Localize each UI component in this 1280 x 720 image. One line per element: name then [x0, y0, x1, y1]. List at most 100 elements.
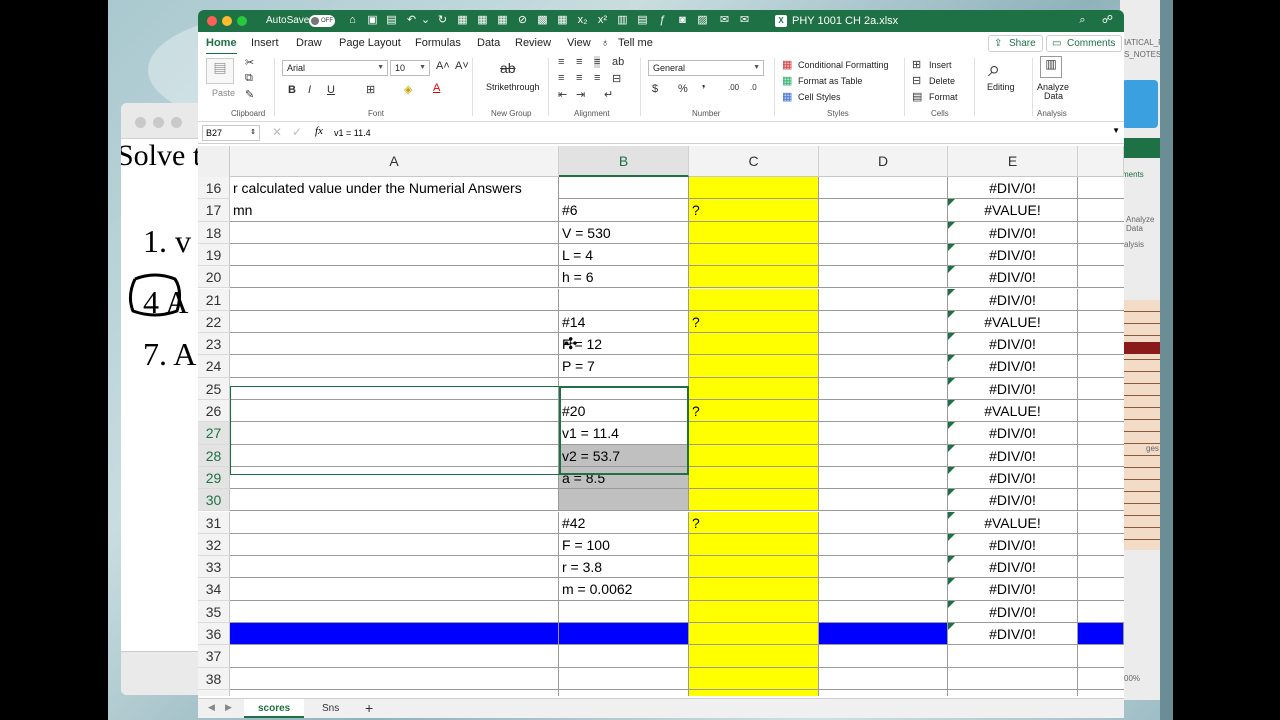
cell-a[interactable] [230, 600, 559, 623]
name-box-stepper-icon[interactable]: ⇕ [250, 126, 256, 140]
cell-a[interactable] [230, 689, 559, 696]
cell-e[interactable]: #DIV/0! [948, 623, 1078, 646]
prev-sheet-icon[interactable]: ◀ [208, 702, 215, 713]
sheet-icon[interactable]: ▤ [636, 14, 649, 27]
insert-function-icon[interactable]: fx [315, 125, 323, 137]
row-header[interactable]: 17 [198, 199, 230, 222]
cell-e[interactable]: #DIV/0! [948, 578, 1078, 601]
cell-d[interactable] [819, 422, 948, 445]
cell-e[interactable]: #DIV/0! [948, 533, 1078, 557]
cell-c[interactable] [689, 444, 819, 467]
cell-b[interactable] [559, 377, 689, 400]
cell-b[interactable]: F = 12 [559, 333, 689, 356]
cell-c[interactable] [689, 422, 819, 445]
cell-d[interactable] [819, 600, 948, 623]
cell-b[interactable] [559, 600, 689, 623]
wrap-text-icon[interactable]: ↵ [604, 88, 613, 101]
cell-a[interactable] [230, 645, 559, 668]
increase-decimal-icon[interactable]: .00 [728, 83, 739, 92]
paste-icon[interactable]: ▤ [206, 58, 234, 84]
tab-draw[interactable]: Draw [296, 37, 322, 49]
row-header[interactable]: 33 [198, 556, 230, 579]
cell-d[interactable] [819, 377, 948, 400]
save-icon[interactable]: ▣ [366, 14, 379, 27]
cell-a[interactable] [230, 422, 559, 445]
cell-c[interactable] [689, 667, 819, 690]
spreadsheet-grid[interactable]: A B C D E 16 r calculated value under the… [198, 146, 1124, 696]
cell-b[interactable] [559, 645, 689, 668]
cell-c[interactable] [689, 600, 819, 623]
decrease-indent-icon[interactable]: ⇤ [558, 88, 567, 101]
cell-c[interactable] [689, 623, 819, 646]
picture-icon[interactable]: ▨ [696, 14, 709, 27]
function-icon[interactable]: ƒ [656, 14, 669, 27]
expand-formula-icon[interactable]: ▼ [1112, 126, 1120, 135]
cell-c[interactable] [689, 243, 819, 267]
cell-b[interactable]: L = 4 [559, 243, 689, 267]
chart-icon[interactable]: ▥ [616, 14, 629, 27]
editing-search-icon[interactable]: ⌕ [988, 56, 1000, 82]
background-excel-window[interactable]: IATICAL_P S_NOTES ments Analyze Data aly… [1120, 0, 1160, 700]
bold-icon[interactable]: B [288, 84, 296, 96]
row-header[interactable]: 39 [198, 689, 230, 696]
cell-a[interactable] [230, 489, 559, 512]
align-top-icon[interactable]: ≡ [558, 56, 564, 68]
cell-a[interactable] [230, 444, 559, 467]
cell-e[interactable]: #DIV/0! [948, 221, 1078, 244]
row-header[interactable]: 19 [198, 243, 230, 267]
insert-cells-button[interactable]: Insert [929, 60, 952, 70]
cell-d[interactable] [819, 667, 948, 690]
cell-c[interactable] [689, 466, 819, 490]
cell-a[interactable] [230, 221, 559, 244]
comma-icon[interactable]: ❜ [702, 83, 706, 96]
fill-icon[interactable]: ▩ [536, 14, 549, 27]
row-header[interactable]: 28 [198, 444, 230, 467]
cell-d[interactable] [819, 444, 948, 467]
cell-d[interactable] [819, 578, 948, 601]
next-sheet-icon[interactable]: ▶ [225, 702, 232, 713]
cell-c[interactable] [689, 266, 819, 289]
tab-review[interactable]: Review [515, 37, 551, 49]
cell-f[interactable] [1078, 244, 1124, 267]
cell-c[interactable] [689, 177, 819, 200]
tab-data[interactable]: Data [477, 37, 500, 49]
cell-a[interactable] [230, 466, 559, 490]
merge-icon[interactable]: ⊟ [612, 72, 621, 85]
cell-d[interactable] [819, 288, 948, 311]
align-bottom-icon[interactable]: ≡ [594, 56, 601, 68]
row-header[interactable]: 38 [198, 667, 230, 690]
editing-button[interactable]: Editing [987, 82, 1015, 92]
row-header[interactable]: 20 [198, 266, 230, 289]
cell-f[interactable] [1078, 489, 1124, 512]
copy-icon[interactable]: ⧉ [245, 72, 253, 85]
cell-c[interactable] [689, 533, 819, 557]
align-left-icon[interactable]: ≡ [558, 72, 564, 84]
cell-a[interactable] [230, 556, 559, 579]
cell-f[interactable] [1078, 199, 1124, 222]
cell-e[interactable]: #DIV/0! [948, 288, 1078, 311]
cell-c[interactable] [689, 556, 819, 579]
row-header[interactable]: 22 [198, 310, 230, 334]
cell-f[interactable] [1078, 400, 1124, 423]
search-icon[interactable]: ⌕ [1076, 14, 1089, 27]
comments-button[interactable]: ▭ Comments [1046, 35, 1123, 52]
format-painter-icon[interactable]: ✎ [245, 88, 254, 101]
tell-me-box[interactable]: Tell me [618, 37, 653, 49]
strikethrough-icon[interactable]: ab [500, 60, 516, 76]
currency-icon[interactable]: $ [652, 83, 658, 95]
cell-c[interactable] [689, 288, 819, 311]
cell-a[interactable] [230, 377, 559, 400]
name-box[interactable]: B27 ⇕ [202, 125, 260, 141]
cell-d[interactable] [819, 533, 948, 557]
add-sheet-button[interactable]: + [365, 699, 373, 718]
cell-e[interactable]: #DIV/0! [948, 600, 1078, 623]
share-button[interactable]: ⇪ Share [988, 35, 1043, 52]
delete-cells-button[interactable]: Delete [929, 76, 955, 86]
superscript-icon[interactable]: x² [596, 14, 609, 27]
cell-c[interactable] [689, 578, 819, 601]
underline-icon[interactable]: U [327, 84, 335, 96]
cell-c[interactable] [689, 377, 819, 400]
cell-f[interactable] [1078, 467, 1124, 490]
cell-f[interactable] [1078, 177, 1124, 200]
align-right-icon[interactable]: ≡ [594, 72, 600, 84]
